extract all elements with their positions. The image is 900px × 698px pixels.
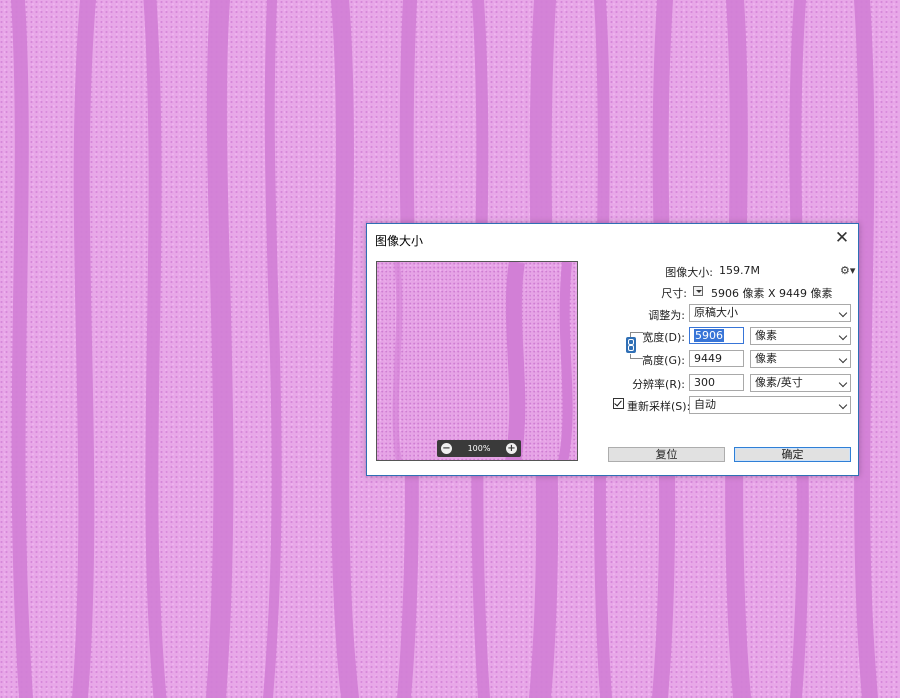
resolution-value: 300 — [694, 376, 715, 389]
fit-to-label: 调整为: — [648, 309, 685, 322]
image-size-value: 159.7M — [719, 264, 760, 277]
fit-to-value: 原稿大小 — [694, 306, 738, 319]
resolution-unit-select[interactable]: 像素/英寸 — [750, 374, 851, 392]
dimensions-value: 5906 像素 X 9449 像素 — [711, 287, 833, 300]
image-size-label: 图像大小: — [665, 266, 713, 279]
width-value: 5906 — [694, 329, 724, 342]
resample-value: 自动 — [694, 398, 716, 411]
checkmark-icon — [614, 398, 622, 407]
zoom-control: − 100% + — [437, 440, 521, 457]
resample-label: 重新采样(S): — [627, 400, 691, 413]
dimensions-label: 尺寸: — [661, 287, 687, 300]
height-value: 9449 — [694, 352, 722, 365]
chevron-down-icon — [838, 354, 848, 364]
dialog-titlebar[interactable]: 图像大小 ✕ — [367, 224, 858, 253]
width-unit-select[interactable]: 像素 — [750, 327, 851, 345]
resolution-unit-value: 像素/英寸 — [755, 376, 803, 389]
dimensions-unit-dropdown-icon[interactable] — [693, 286, 703, 296]
resample-checkbox[interactable] — [613, 398, 624, 409]
image-size-dialog: 图像大小 ✕ − 100% + 图像大小: 159.7M ⚙▾ 尺寸: 5906… — [366, 223, 859, 476]
dialog-title: 图像大小 — [375, 234, 424, 248]
chevron-down-icon — [838, 378, 848, 388]
resample-select[interactable]: 自动 — [689, 396, 851, 414]
ok-button[interactable]: 确定 — [734, 447, 851, 462]
resolution-label: 分辨率(R): — [632, 378, 685, 391]
height-unit-value: 像素 — [755, 352, 777, 365]
width-unit-value: 像素 — [755, 329, 777, 342]
height-input[interactable]: 9449 — [689, 350, 744, 367]
zoom-in-icon[interactable]: + — [506, 443, 517, 454]
width-label: 宽度(D): — [642, 331, 685, 344]
width-input[interactable]: 5906 — [689, 327, 744, 344]
image-preview[interactable]: − 100% + — [376, 261, 578, 461]
chevron-down-icon — [838, 400, 848, 410]
fit-to-select[interactable]: 原稿大小 — [689, 304, 851, 322]
gear-icon[interactable]: ⚙▾ — [840, 264, 855, 277]
resolution-input[interactable]: 300 — [689, 374, 744, 391]
close-icon[interactable]: ✕ — [832, 228, 852, 248]
chevron-down-icon — [838, 331, 848, 341]
height-label: 高度(G): — [642, 354, 685, 367]
reset-button[interactable]: 复位 — [608, 447, 725, 462]
preview-stripe-pattern — [392, 262, 573, 460]
chevron-down-icon — [838, 308, 848, 318]
height-unit-select[interactable]: 像素 — [750, 350, 851, 368]
